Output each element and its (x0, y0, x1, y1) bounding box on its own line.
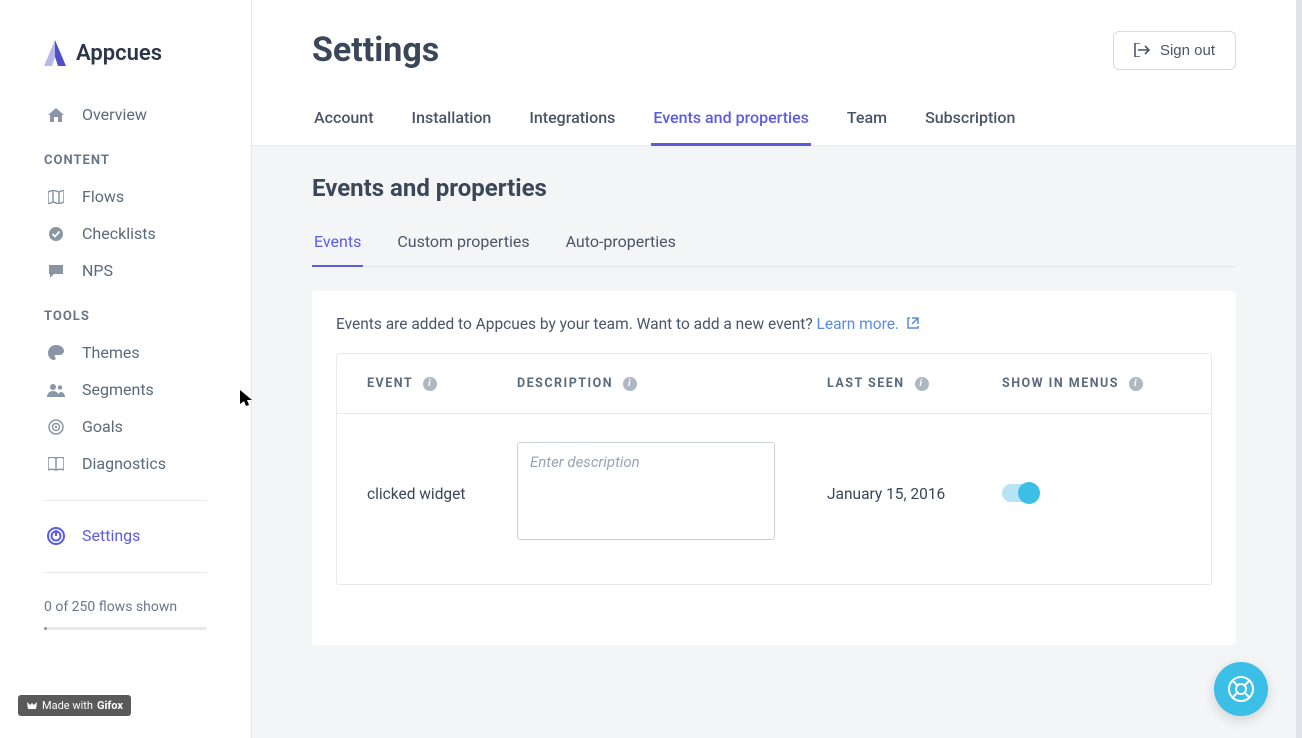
chat-icon (46, 264, 66, 278)
sidebar-item-label: Overview (82, 105, 147, 124)
brand-logo[interactable]: Appcues (0, 40, 251, 96)
sidebar-section-content: CONTENT (0, 133, 251, 178)
info-icon[interactable]: i (1129, 377, 1143, 391)
events-card: Events are added to Appcues by your team… (312, 291, 1236, 645)
made-with-gifox-badge[interactable]: Made with Gifox (18, 695, 131, 716)
tab-installation[interactable]: Installation (410, 98, 494, 146)
tab-events-and-properties[interactable]: Events and properties (651, 98, 811, 146)
appcues-logo-icon (44, 40, 66, 66)
home-icon (46, 108, 66, 122)
secondary-tabs: Events Custom properties Auto-properties (312, 224, 1236, 267)
subtab-custom-properties[interactable]: Custom properties (395, 224, 531, 267)
sidebar-item-diagnostics[interactable]: Diagnostics (0, 445, 251, 482)
tab-account[interactable]: Account (312, 98, 376, 146)
sidebar-item-label: Flows (82, 187, 124, 206)
users-icon (46, 383, 66, 397)
sidebar-item-flows[interactable]: Flows (0, 178, 251, 215)
sidebar-item-label: Checklists (82, 224, 156, 243)
external-link-icon (907, 318, 919, 332)
topbar: Settings Sign out Account Installation I… (252, 0, 1296, 146)
intro-body: Events are added to Appcues by your team… (336, 315, 817, 333)
events-table: EVENT i DESCRIPTION i LAST SEEN i SHOW I… (336, 353, 1212, 585)
last-seen-value: January 15, 2016 (827, 485, 945, 503)
made-with-brand: Gifox (97, 699, 123, 712)
lifebuoy-icon (1227, 675, 1255, 703)
power-icon (46, 527, 66, 545)
brand-name: Appcues (76, 41, 162, 66)
tab-team[interactable]: Team (845, 98, 889, 146)
flows-progress-bar (44, 627, 207, 630)
sign-out-icon (1134, 43, 1150, 57)
description-input[interactable] (517, 442, 775, 540)
info-icon[interactable]: i (623, 377, 637, 391)
scrollbar[interactable] (1296, 0, 1302, 738)
event-name: clicked widget (367, 485, 465, 503)
tab-integrations[interactable]: Integrations (527, 98, 617, 146)
table-row: clicked widget January 15, 2016 (337, 414, 1211, 584)
info-icon[interactable]: i (915, 377, 929, 391)
target-icon (46, 419, 66, 435)
table-header: EVENT i DESCRIPTION i LAST SEEN i SHOW I… (337, 354, 1211, 414)
flows-shown-text: 0 of 250 flows shown (0, 589, 251, 619)
sign-out-button[interactable]: Sign out (1113, 31, 1236, 70)
sidebar-item-themes[interactable]: Themes (0, 334, 251, 371)
section-title: Events and properties (312, 174, 1236, 202)
made-with-prefix: Made with (42, 699, 93, 712)
sidebar-item-checklists[interactable]: Checklists (0, 215, 251, 252)
sidebar-item-overview[interactable]: Overview (0, 96, 251, 133)
info-icon[interactable]: i (423, 377, 437, 391)
tab-subscription[interactable]: Subscription (923, 98, 1017, 146)
show-in-menus-toggle[interactable] (1002, 484, 1038, 502)
sidebar-item-nps[interactable]: NPS (0, 252, 251, 289)
learn-more-link[interactable]: Learn more. (817, 315, 919, 333)
primary-tabs: Account Installation Integrations Events… (312, 98, 1236, 145)
help-fab-button[interactable] (1214, 662, 1268, 716)
sidebar-item-settings[interactable]: Settings (0, 517, 251, 554)
sidebar-item-label: NPS (82, 261, 113, 280)
sidebar-section-tools: TOOLS (0, 289, 251, 334)
sidebar-item-label: Segments (82, 380, 154, 399)
col-last-seen: LAST SEEN i (827, 376, 1002, 391)
sidebar-item-goals[interactable]: Goals (0, 408, 251, 445)
page-title: Settings (312, 30, 439, 70)
col-show-in-menus: SHOW IN MENUS i (1002, 376, 1181, 391)
subtab-events[interactable]: Events (312, 224, 363, 267)
divider (44, 500, 207, 501)
subtab-auto-properties[interactable]: Auto-properties (564, 224, 678, 267)
map-icon (46, 190, 66, 204)
intro-text: Events are added to Appcues by your team… (336, 315, 1212, 333)
sign-out-label: Sign out (1160, 42, 1215, 59)
content-area: Events and properties Events Custom prop… (252, 146, 1296, 738)
sidebar-item-label: Themes (82, 343, 140, 362)
sidebar: Appcues Overview CONTENT Flows Checklist… (0, 0, 252, 738)
divider (44, 572, 207, 573)
col-event: EVENT i (367, 376, 517, 391)
main-content: Settings Sign out Account Installation I… (252, 0, 1296, 738)
gifox-icon (26, 700, 38, 712)
palette-icon (46, 345, 66, 360)
book-icon (46, 457, 66, 471)
sidebar-item-label: Settings (82, 526, 140, 545)
col-description: DESCRIPTION i (517, 376, 827, 391)
sidebar-item-label: Goals (82, 417, 123, 436)
sidebar-item-label: Diagnostics (82, 454, 166, 473)
check-circle-icon (46, 226, 66, 242)
flows-progress-fill (44, 627, 47, 630)
sidebar-item-segments[interactable]: Segments (0, 371, 251, 408)
toggle-knob (1018, 482, 1040, 504)
